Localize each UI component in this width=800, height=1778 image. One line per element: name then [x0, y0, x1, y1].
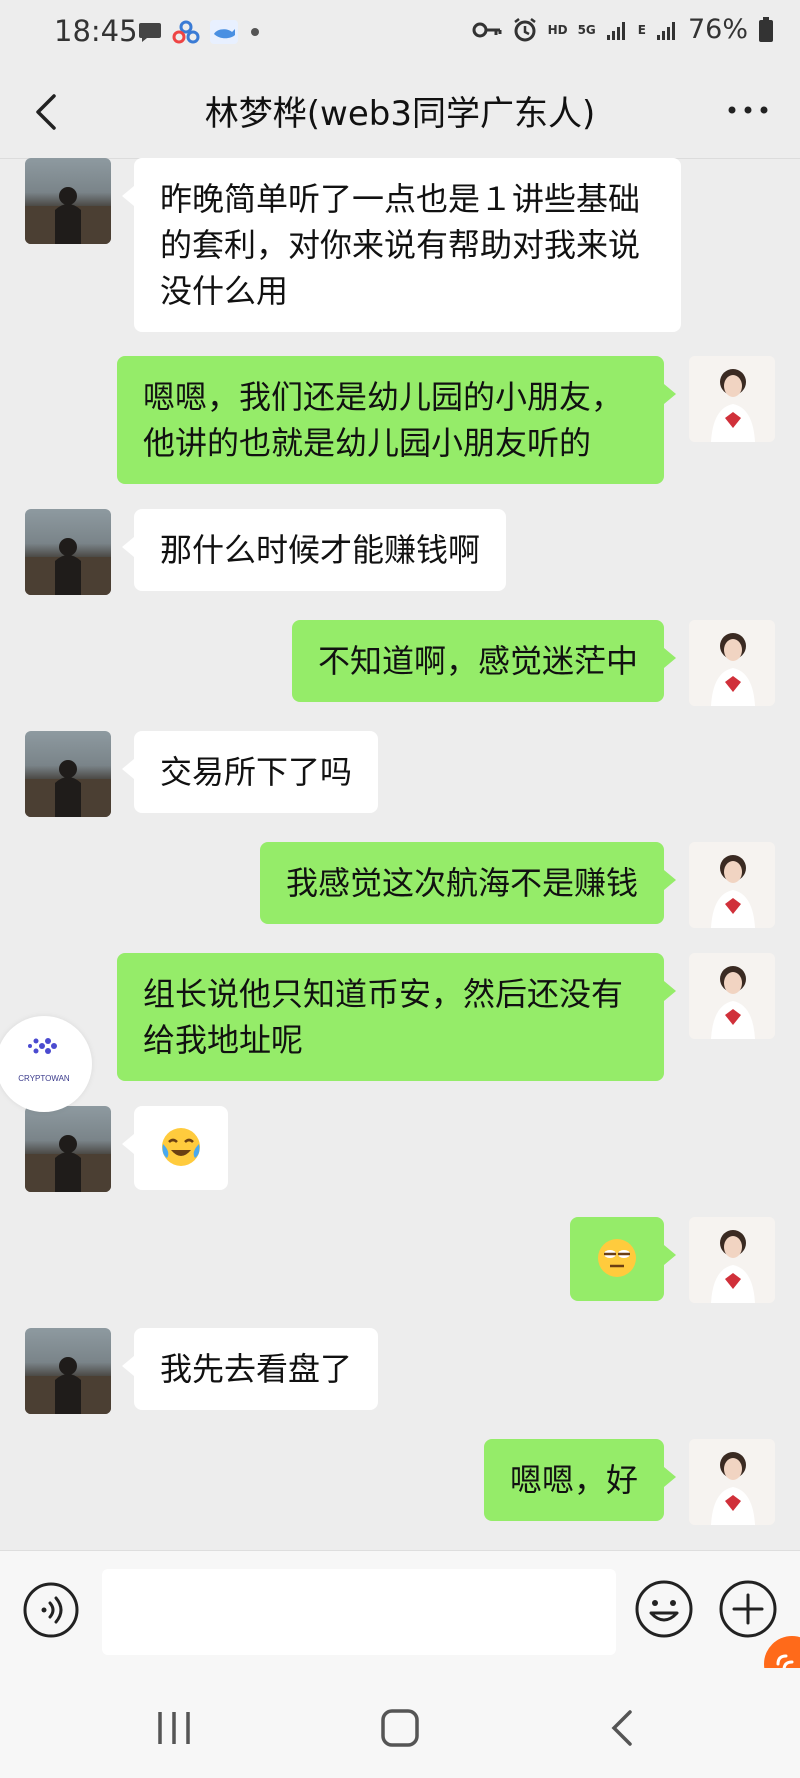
my-avatar[interactable] — [689, 842, 775, 928]
my-avatar[interactable] — [689, 1439, 775, 1525]
recent-apps-icon — [158, 1712, 190, 1744]
message-input[interactable] — [102, 1569, 616, 1655]
e-label: E — [637, 22, 646, 37]
message-row: 昨晚简单听了一点也是１讲些基础的套利，对你来说有帮助对我来说没什么用 — [0, 158, 800, 338]
chat-header: 林梦桦(web3同学广东人) — [0, 66, 800, 159]
contact-avatar[interactable] — [25, 158, 111, 244]
status-time: 18:45 — [54, 14, 138, 48]
home-button[interactable] — [376, 1704, 424, 1752]
message-bubble-incoming[interactable]: 我先去看盘了 — [121, 1328, 379, 1410]
my-avatar[interactable] — [689, 620, 775, 706]
my-avatar[interactable] — [689, 1217, 775, 1303]
recent-apps-button[interactable] — [150, 1704, 198, 1752]
more-dots-icon — [728, 106, 768, 114]
message-bubble-incoming[interactable]: 那什么时候才能赚钱啊 — [121, 509, 507, 591]
key-icon — [472, 22, 502, 37]
chevron-left-icon — [36, 94, 56, 130]
message-notification-icon — [139, 23, 161, 42]
dot-icon — [251, 28, 259, 36]
message-bubble-outgoing[interactable]: 组长说他只知道币安，然后还没有给我地址呢 — [117, 953, 676, 1081]
message-row — [0, 1217, 800, 1303]
system-navigation-bar — [0, 1668, 800, 1778]
message-list[interactable]: 昨晚简单听了一点也是１讲些基础的套利，对你来说有帮助对我来说没什么用 嗯嗯，我们… — [0, 158, 800, 1550]
unamused-face-emoji-icon — [598, 1239, 636, 1277]
nav-back-icon — [611, 1710, 632, 1746]
message-row: 交易所下了吗 — [0, 731, 800, 817]
message-bubble-incoming[interactable]: 昨晚简单听了一点也是１讲些基础的套利，对你来说有帮助对我来说没什么用 — [122, 158, 681, 332]
contact-avatar[interactable] — [25, 509, 111, 595]
message-bubble-outgoing[interactable] — [570, 1217, 676, 1301]
message-bubble-outgoing[interactable]: 不知道啊，感觉迷茫中 — [291, 620, 677, 702]
emoji-button[interactable] — [634, 1579, 694, 1639]
message-row: 组长说他只知道币安，然后还没有给我地址呢 — [0, 953, 800, 1081]
message-row: 我感觉这次航海不是赚钱 — [0, 842, 800, 928]
status-bar: 18:45 HD 5G E 76% — [0, 0, 800, 66]
plus-icon — [719, 1580, 777, 1638]
battery-icon — [759, 16, 773, 42]
notification-icons — [138, 20, 262, 44]
signal-icon-2 — [656, 21, 675, 40]
cryptowan-logo-icon — [28, 1038, 57, 1054]
message-row: 我先去看盘了 — [0, 1328, 800, 1414]
message-row: 不知道啊，感觉迷茫中 — [0, 620, 800, 706]
chat-title: 林梦桦(web3同学广东人) — [204, 94, 596, 134]
home-icon — [381, 1709, 419, 1747]
app-notification-icon — [172, 20, 200, 44]
voice-button[interactable] — [22, 1581, 80, 1639]
message-bubble-outgoing[interactable]: 嗯嗯，我们还是幼儿园的小朋友，他讲的也就是幼儿园小朋友听的 — [117, 356, 676, 484]
contact-avatar[interactable] — [25, 731, 111, 817]
whale-app-icon — [210, 20, 238, 44]
message-bubble-incoming[interactable] — [122, 1106, 228, 1190]
message-row — [0, 1106, 800, 1192]
crying-laughing-emoji-icon — [162, 1128, 200, 1166]
input-bar — [0, 1550, 800, 1669]
voice-icon — [23, 1582, 79, 1638]
5g-label: 5G — [577, 22, 596, 37]
watermark-text: CRYPTOWAN — [18, 1074, 70, 1083]
message-bubble-outgoing[interactable]: 嗯嗯，好 — [483, 1439, 677, 1521]
hd-label: HD — [547, 22, 568, 37]
battery-percent: 76% — [687, 14, 748, 45]
message-bubble-outgoing[interactable]: 我感觉这次航海不是赚钱 — [259, 842, 677, 924]
message-row: 那什么时候才能赚钱啊 — [0, 509, 800, 595]
system-back-button[interactable] — [600, 1704, 648, 1752]
signal-icon-1 — [606, 21, 625, 40]
message-row: 嗯嗯，我们还是幼儿园的小朋友，他讲的也就是幼儿园小朋友听的 — [0, 356, 800, 484]
contact-avatar[interactable] — [25, 1106, 111, 1192]
my-avatar[interactable] — [689, 953, 775, 1039]
back-button[interactable] — [22, 86, 72, 136]
more-button[interactable] — [722, 88, 774, 132]
smiley-icon — [635, 1580, 693, 1638]
my-avatar[interactable] — [689, 356, 775, 442]
message-bubble-incoming[interactable]: 交易所下了吗 — [121, 731, 379, 813]
status-right: HD 5G E 76% — [472, 14, 774, 45]
alarm-icon — [513, 17, 536, 41]
message-row: 嗯嗯，好 — [0, 1439, 800, 1525]
watermark-logo: CRYPTOWAN — [0, 1016, 92, 1112]
contact-avatar[interactable] — [25, 1328, 111, 1414]
more-functions-button[interactable] — [718, 1579, 778, 1639]
